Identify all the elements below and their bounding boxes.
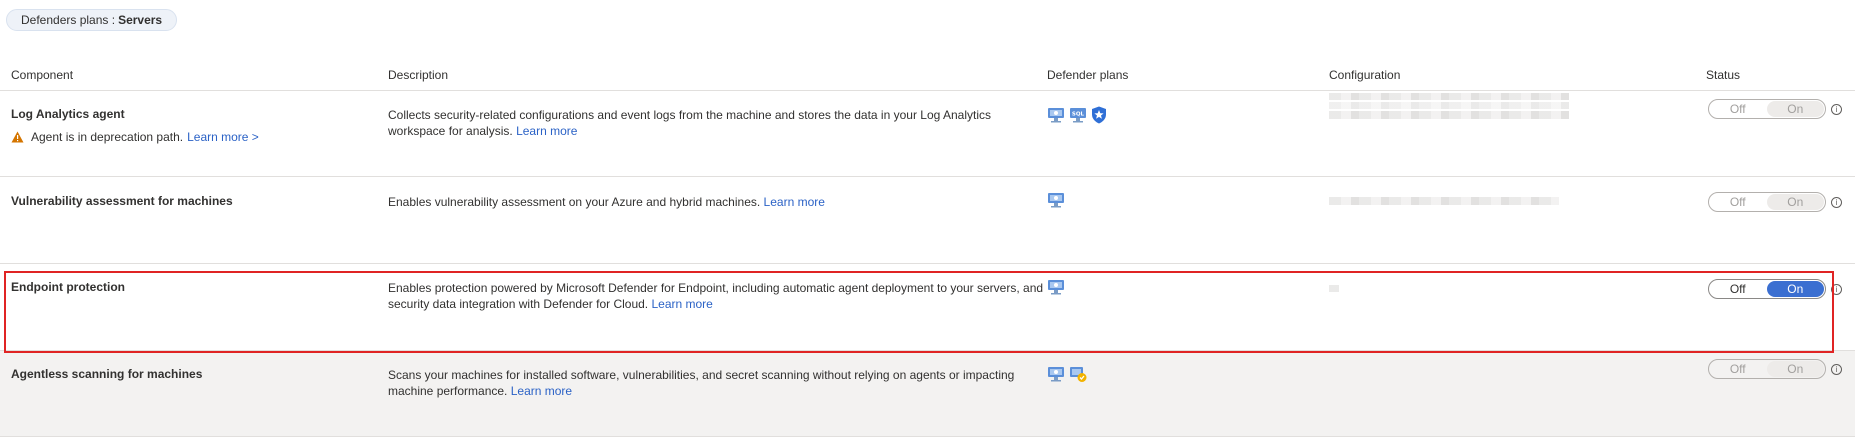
learn-more-link[interactable]: Learn more <box>516 124 577 138</box>
status-on-option[interactable]: On <box>1766 361 1824 377</box>
configuration-redacted <box>1329 102 1569 109</box>
table-row: Vulnerability assessment for machines En… <box>0 177 1855 264</box>
description-text: Collects security-related configurations… <box>388 108 991 138</box>
component-description: Scans your machines for installed softwa… <box>388 367 1048 399</box>
status-off-option[interactable]: Off <box>1709 102 1767 116</box>
status-on-option[interactable]: On <box>1766 194 1824 210</box>
status-off-option[interactable]: Off <box>1709 362 1767 376</box>
scan-plan-icon <box>1070 367 1087 382</box>
info-icon[interactable]: i <box>1831 104 1842 115</box>
shield-plan-icon <box>1092 106 1106 124</box>
status-off-option[interactable]: Off <box>1709 195 1767 209</box>
status-toggle[interactable]: Off On <box>1708 359 1826 379</box>
warning-text: Agent is in deprecation path. <box>31 130 184 144</box>
component-name: Vulnerability assessment for machines <box>11 194 233 208</box>
configuration-redacted <box>1329 197 1559 205</box>
description-text: Scans your machines for installed softwa… <box>388 368 1015 398</box>
column-header-component: Component <box>11 68 74 82</box>
status-toggle[interactable]: Off On <box>1708 99 1826 119</box>
info-icon[interactable]: i <box>1831 197 1842 208</box>
breadcrumb-current: Servers <box>118 13 163 27</box>
row-highlight-box <box>4 271 1834 353</box>
info-icon[interactable]: i <box>1831 364 1842 375</box>
deprecation-warning: Agent is in deprecation path. Learn more… <box>11 130 259 144</box>
server-plan-icon <box>1048 108 1064 123</box>
warning-learn-more-link[interactable]: Learn more > <box>187 130 259 144</box>
configuration-redacted <box>1329 93 1569 100</box>
breadcrumb-prefix: Defenders plans : <box>21 13 116 27</box>
component-name: Log Analytics agent <box>11 107 125 121</box>
description-text: Enables vulnerability assessment on your… <box>388 195 761 209</box>
server-plan-icon <box>1048 367 1064 382</box>
component-description: Collects security-related configurations… <box>388 107 1048 139</box>
defender-plan-icons: SQL <box>1047 106 1107 124</box>
column-header-defender-plans: Defender plans <box>1047 68 1129 82</box>
svg-text:SQL: SQL <box>1072 112 1085 118</box>
status-toggle[interactable]: Off On <box>1708 192 1826 212</box>
sql-plan-icon: SQL <box>1070 108 1086 123</box>
learn-more-link[interactable]: Learn more <box>511 384 572 398</box>
defender-plan-icons <box>1047 192 1065 208</box>
configuration-redacted <box>1329 111 1569 119</box>
status-on-option[interactable]: On <box>1766 101 1824 117</box>
component-description: Enables vulnerability assessment on your… <box>388 194 1048 210</box>
defender-plan-icons <box>1047 365 1087 383</box>
table-row: Log Analytics agent Agent is in deprecat… <box>0 91 1855 177</box>
column-header-configuration: Configuration <box>1329 68 1401 82</box>
component-name: Agentless scanning for machines <box>11 367 203 381</box>
breadcrumb[interactable]: Defenders plans : Servers <box>6 9 178 31</box>
server-plan-icon <box>1048 193 1064 208</box>
learn-more-link[interactable]: Learn more <box>764 195 825 209</box>
column-header-status: Status <box>1706 68 1741 82</box>
column-header-description: Description <box>388 68 449 82</box>
warning-icon <box>11 131 24 143</box>
table-row: Agentless scanning for machines Scans yo… <box>0 351 1855 437</box>
